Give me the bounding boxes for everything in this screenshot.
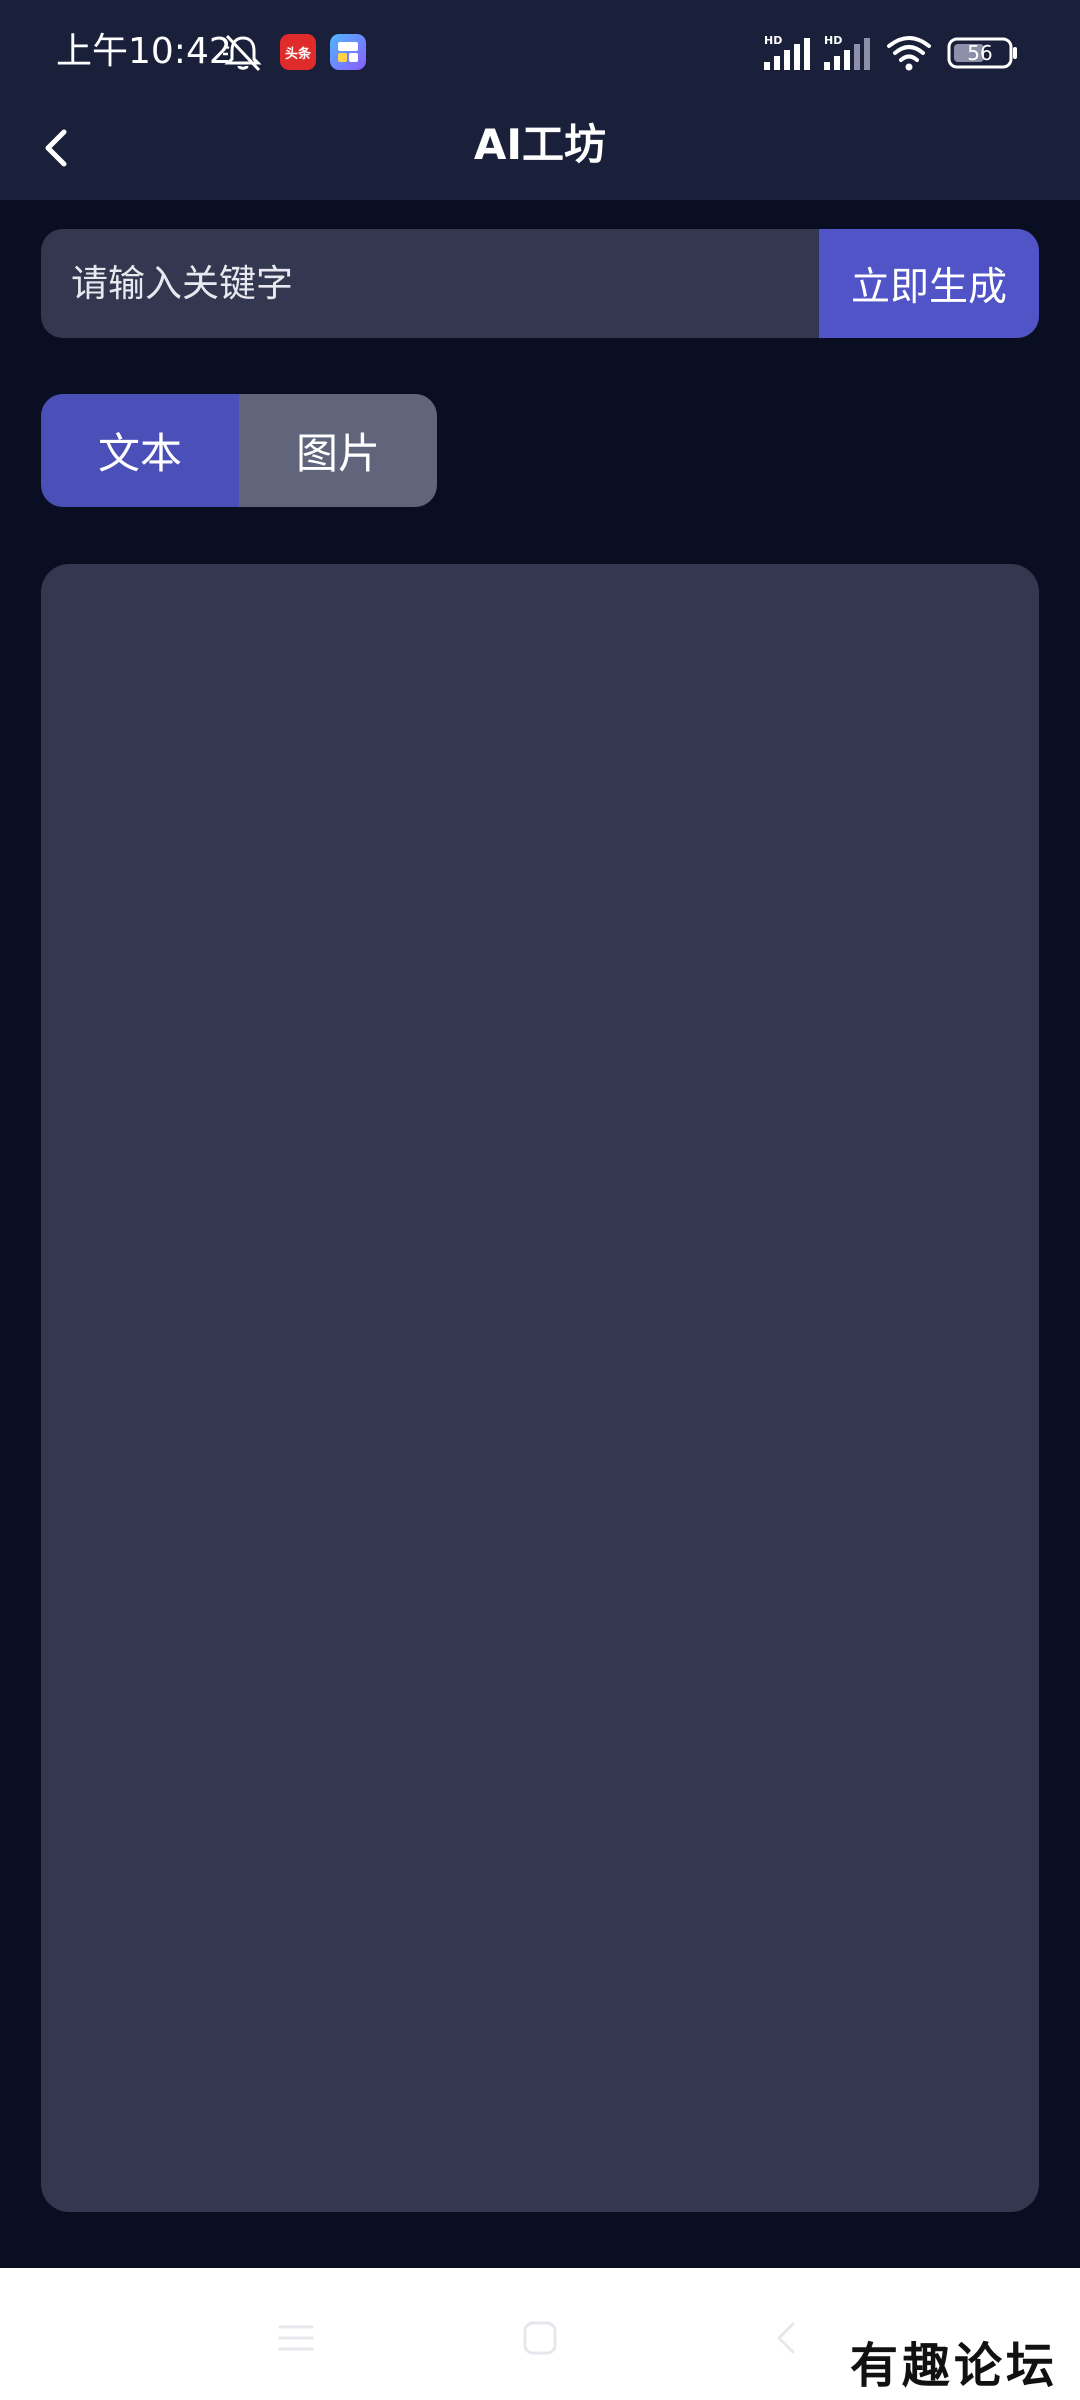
- chevron-left-icon: [45, 129, 67, 167]
- signal-hd-1-icon: HD: [762, 32, 814, 74]
- home-square-icon: [523, 2321, 557, 2355]
- home-button[interactable]: [510, 2308, 570, 2368]
- menu-icon: [278, 2325, 314, 2351]
- status-time: 上午10:42: [56, 31, 232, 72]
- watermark-text: 有趣论坛: [849, 2338, 1058, 2394]
- battery-icon: 56: [946, 32, 1020, 74]
- keyword-input[interactable]: [41, 229, 819, 338]
- app-header: AI工坊: [0, 110, 1080, 200]
- toutiao-app-icon: 头条: [280, 34, 316, 70]
- result-panel: [41, 564, 1039, 2212]
- tab-image[interactable]: 图片: [239, 394, 437, 507]
- recent-apps-button[interactable]: [266, 2308, 326, 2368]
- battery-level: 56: [967, 41, 992, 65]
- status-bar: 上午10:42 头条 HD HD 56: [0, 0, 1080, 110]
- tab-text[interactable]: 文本: [41, 394, 239, 507]
- back-arrow-icon: [777, 2322, 795, 2354]
- system-back-button[interactable]: [756, 2308, 816, 2368]
- mute-bell-icon: [220, 32, 266, 74]
- back-button[interactable]: [30, 118, 80, 178]
- widget-app-icon: [330, 34, 366, 70]
- svg-text:HD: HD: [824, 34, 842, 47]
- search-bar: 立即生成: [41, 229, 1039, 338]
- content-type-tabs: 文本 图片: [41, 394, 437, 507]
- toutiao-badge-label: 头条: [284, 46, 311, 62]
- page-title: AI工坊: [473, 120, 607, 169]
- wifi-icon: [884, 32, 934, 74]
- svg-text:HD: HD: [764, 34, 782, 47]
- generate-button[interactable]: 立即生成: [819, 229, 1039, 338]
- signal-hd-2-icon: HD: [822, 32, 874, 74]
